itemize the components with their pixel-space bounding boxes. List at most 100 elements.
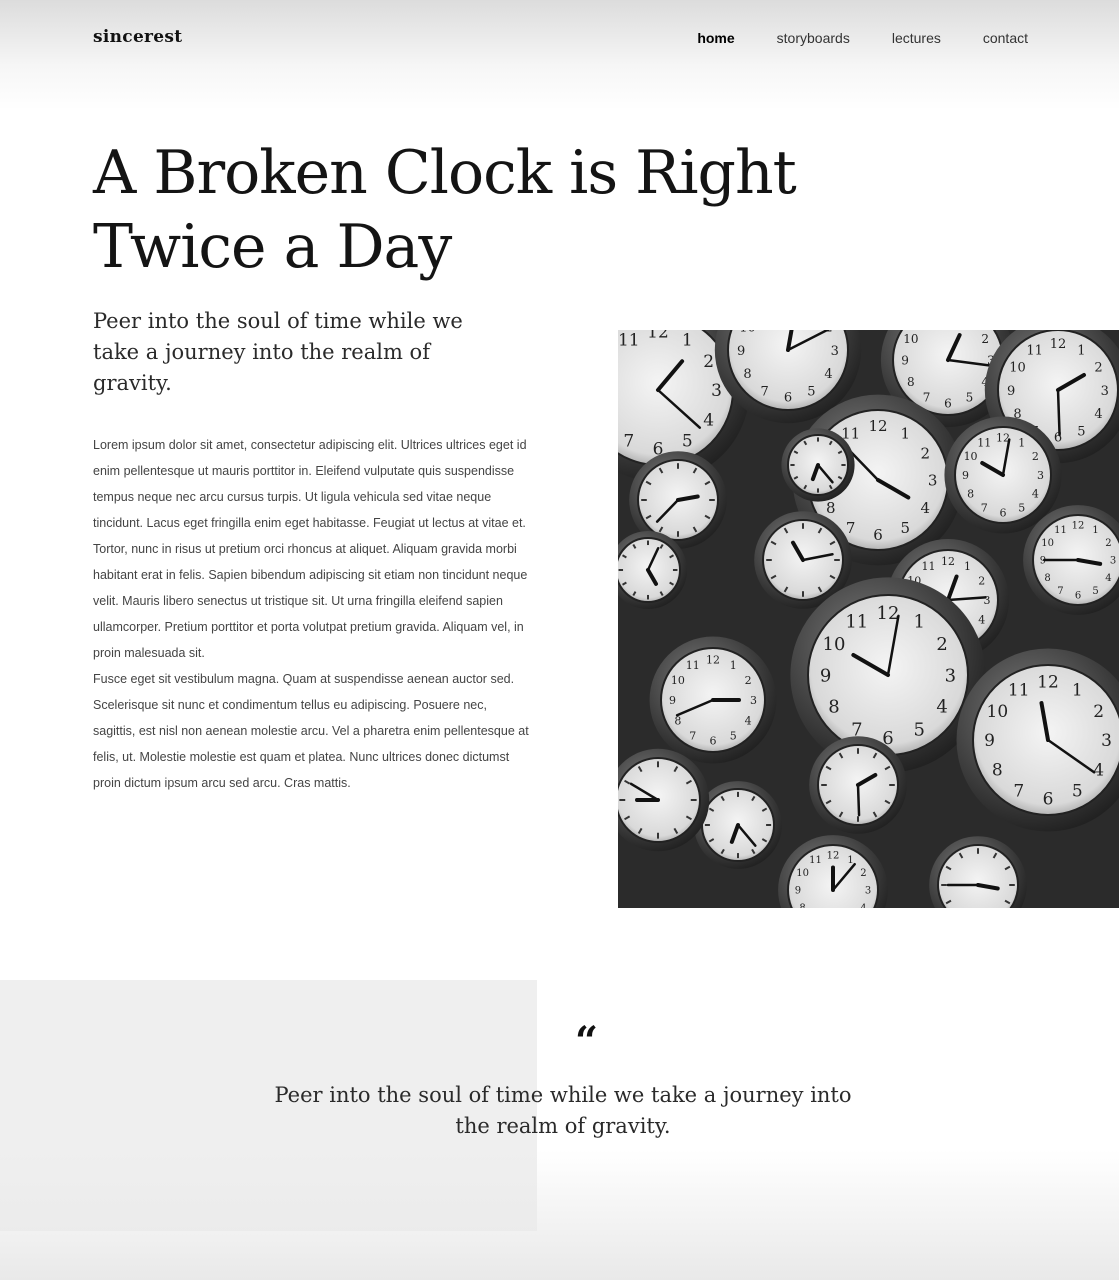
svg-text:5: 5	[1092, 586, 1098, 597]
nav-item-contact[interactable]: contact	[983, 30, 1028, 46]
svg-text:11: 11	[686, 659, 700, 672]
svg-text:11: 11	[922, 560, 936, 573]
svg-text:8: 8	[799, 903, 805, 908]
page-title-line-2: Twice a Day	[93, 212, 452, 282]
page-title-line-1: A Broken Clock is Right	[93, 138, 797, 208]
brand-logo[interactable]: sincerest	[93, 27, 182, 47]
svg-text:3: 3	[831, 344, 839, 359]
svg-text:10: 10	[964, 450, 978, 463]
svg-text:6: 6	[944, 396, 952, 410]
svg-text:11: 11	[845, 611, 868, 632]
svg-text:3: 3	[1101, 384, 1109, 399]
nav-item-lectures[interactable]: lectures	[892, 30, 941, 46]
svg-text:10: 10	[671, 674, 685, 687]
svg-text:12: 12	[941, 555, 955, 568]
svg-text:7: 7	[923, 391, 931, 405]
svg-text:11: 11	[618, 330, 640, 350]
svg-text:12: 12	[868, 417, 887, 435]
svg-text:10: 10	[987, 702, 1009, 722]
svg-text:3: 3	[1110, 556, 1116, 567]
svg-text:6: 6	[1000, 506, 1007, 519]
svg-text:5: 5	[913, 719, 924, 740]
svg-text:1: 1	[913, 611, 924, 632]
svg-text:4: 4	[921, 499, 931, 517]
svg-text:11: 11	[1008, 680, 1030, 700]
svg-text:5: 5	[901, 519, 911, 537]
svg-text:2: 2	[1094, 360, 1102, 375]
svg-text:7: 7	[981, 501, 988, 514]
body-text: Lorem ipsum dolor sit amet, consectetur …	[93, 432, 531, 796]
svg-text:3: 3	[928, 472, 938, 490]
pull-quote: Peer into the soul of time while we take…	[274, 1083, 852, 1138]
svg-text:11: 11	[809, 855, 822, 866]
svg-text:4: 4	[1032, 488, 1039, 501]
clock-icon: 121234567891011	[944, 416, 1062, 534]
svg-text:1: 1	[1018, 436, 1025, 449]
svg-text:1: 1	[730, 659, 737, 672]
svg-text:5: 5	[807, 384, 815, 399]
svg-text:8: 8	[907, 375, 915, 389]
svg-text:9: 9	[737, 344, 745, 359]
clock-icon	[781, 428, 855, 502]
svg-text:3: 3	[750, 694, 757, 707]
clock-icon: 121234567891011	[790, 577, 986, 773]
svg-text:4: 4	[936, 697, 947, 718]
svg-text:2: 2	[936, 634, 947, 655]
svg-text:9: 9	[795, 886, 801, 897]
svg-text:7: 7	[760, 384, 768, 399]
svg-text:12: 12	[827, 851, 840, 862]
nav-item-home[interactable]: home	[697, 30, 734, 46]
body-paragraph-1: Lorem ipsum dolor sit amet, consectetur …	[93, 438, 528, 660]
svg-text:2: 2	[703, 352, 714, 372]
svg-text:10: 10	[903, 332, 918, 346]
svg-text:6: 6	[873, 526, 883, 544]
svg-text:2: 2	[981, 332, 989, 346]
svg-text:9: 9	[901, 353, 909, 367]
svg-text:2: 2	[860, 868, 866, 879]
svg-text:7: 7	[1057, 586, 1063, 597]
svg-text:6: 6	[784, 391, 792, 406]
nav-item-storyboards[interactable]: storyboards	[777, 30, 850, 46]
svg-text:12: 12	[877, 603, 900, 624]
svg-text:2: 2	[978, 575, 985, 588]
svg-text:2: 2	[1093, 702, 1104, 722]
svg-text:8: 8	[674, 714, 681, 727]
svg-text:5: 5	[730, 729, 737, 742]
page-title: A Broken Clock is Right Twice a Day	[93, 136, 813, 284]
svg-text:9: 9	[820, 665, 831, 686]
svg-text:8: 8	[826, 499, 836, 517]
svg-text:10: 10	[1041, 538, 1054, 549]
svg-text:2: 2	[745, 674, 752, 687]
svg-text:3: 3	[865, 886, 871, 897]
svg-text:3: 3	[1037, 469, 1044, 482]
body-paragraph-2: Fusce eget sit vestibulum magna. Quam at…	[93, 672, 529, 790]
svg-text:8: 8	[967, 488, 974, 501]
svg-text:1: 1	[901, 424, 911, 442]
quote-icon: “	[575, 1018, 599, 1065]
svg-text:12: 12	[1072, 521, 1085, 532]
svg-text:5: 5	[1077, 424, 1085, 439]
clocks-photo: 1212345678910111212345678910111212345678…	[618, 330, 1119, 908]
svg-text:10: 10	[823, 634, 846, 655]
svg-text:1: 1	[1092, 525, 1098, 536]
svg-text:7: 7	[689, 729, 696, 742]
svg-text:4: 4	[860, 903, 866, 908]
svg-text:8: 8	[743, 367, 751, 382]
svg-text:9: 9	[669, 694, 676, 707]
svg-text:12: 12	[647, 330, 669, 343]
svg-text:3: 3	[711, 381, 722, 401]
svg-text:3: 3	[984, 594, 991, 607]
svg-text:5: 5	[966, 391, 974, 405]
svg-text:2: 2	[1032, 450, 1039, 463]
svg-text:12: 12	[1050, 337, 1067, 352]
svg-text:6: 6	[1054, 431, 1062, 446]
svg-text:3: 3	[1101, 731, 1112, 751]
clock-icon: 121234567891011	[649, 636, 777, 764]
svg-text:1: 1	[682, 330, 693, 350]
clocks-photo-graphic: 1212345678910111212345678910111212345678…	[618, 330, 1119, 908]
svg-text:12: 12	[1037, 673, 1059, 693]
svg-text:5: 5	[1072, 782, 1083, 802]
clock-icon	[809, 736, 907, 834]
main-nav: home storyboards lectures contact	[697, 30, 1028, 46]
svg-text:6: 6	[1043, 790, 1054, 810]
